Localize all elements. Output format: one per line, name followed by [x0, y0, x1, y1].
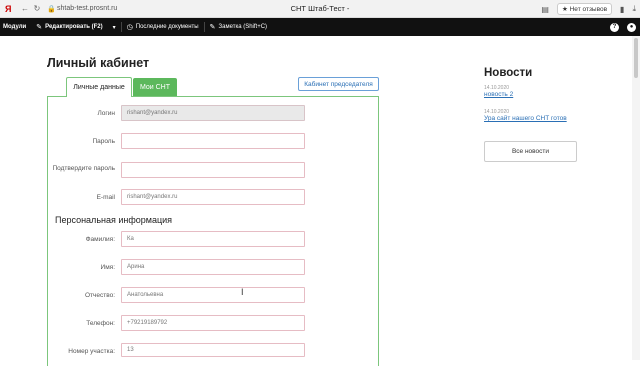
back-icon[interactable]: ←	[19, 4, 31, 13]
edit-dropdown[interactable]: ▾	[108, 18, 121, 36]
scrollbar-thumb[interactable]	[634, 38, 638, 78]
note-button[interactable]: ✎ Заметка (Shift+C)	[205, 18, 272, 36]
phone-field[interactable]: +79219189792	[121, 315, 305, 331]
password-field[interactable]	[121, 133, 305, 149]
admin-toolbar: Модули ✎ Редактировать (F2) ▾ ◷ Последни…	[0, 18, 640, 36]
news-title: Новости	[484, 67, 533, 79]
text-cursor-icon: I	[241, 287, 244, 297]
login-field[interactable]: rishant@yandex.ru	[121, 105, 305, 121]
address-bar[interactable]: shtab-test.prosnt.ru	[57, 5, 257, 12]
note-label: Заметка (Shift+C)	[218, 24, 268, 30]
news-link[interactable]: Ура сайт нашего СНТ готов	[484, 115, 567, 122]
tab-bar: Личные данные Мои СНТ	[66, 77, 177, 97]
patronymic-field[interactable]: Анатольевна	[121, 287, 305, 303]
bookmark-icon[interactable]: ▮	[620, 5, 624, 14]
email-label: E-mail	[96, 194, 115, 201]
name-label: Имя:	[100, 264, 115, 271]
name-field[interactable]: Арина	[121, 259, 305, 275]
chevron-down-icon: ▾	[112, 24, 116, 31]
note-icon: ✎	[209, 24, 216, 31]
all-news-button[interactable]: Все новости	[484, 141, 577, 162]
download-icon[interactable]: ⤓	[632, 4, 636, 14]
pencil-icon: ✎	[36, 24, 43, 31]
user-icon[interactable]: ●	[627, 22, 636, 32]
recent-docs-button[interactable]: ◷ Последние документы	[122, 18, 204, 36]
news-link[interactable]: новость 2	[484, 91, 513, 98]
login-label: Логин	[97, 110, 115, 117]
page-title: Личный кабинет	[47, 56, 150, 70]
reviews-badge[interactable]: ★ Нет отзывов	[556, 3, 613, 15]
confirm-password-label: Подтвердите пароль	[52, 165, 115, 172]
section-personal-info: Персональная информация	[55, 215, 173, 225]
browser-bar: Я ← ↻ 🔒 shtab-test.prosnt.ru СНТ Штаб-Те…	[0, 0, 640, 18]
edit-label: Редактировать (F2)	[45, 24, 103, 30]
confirm-password-field[interactable]	[121, 162, 305, 178]
help-icon[interactable]: ?	[610, 22, 619, 32]
modules-label: Модули	[3, 24, 27, 30]
yandex-logo[interactable]: Я	[5, 4, 19, 14]
lock-icon[interactable]: 🔒	[47, 5, 56, 13]
password-label: Пароль	[92, 138, 115, 145]
reload-icon[interactable]: ↻	[31, 4, 43, 13]
email-field[interactable]: rishant@yandex.ru	[121, 189, 305, 205]
recent-docs-label: Последние документы	[135, 24, 199, 30]
surname-label: Фамилия:	[85, 236, 115, 243]
edit-button[interactable]: ✎ Редактировать (F2)	[31, 18, 107, 36]
scrollbar[interactable]	[632, 36, 640, 360]
clock-icon: ◷	[126, 24, 133, 31]
modules-menu[interactable]: Модули	[0, 18, 31, 36]
plot-number-label: Номер участка:	[68, 348, 115, 355]
patronymic-label: Отчество:	[84, 292, 115, 299]
phone-label: Телефон:	[86, 320, 115, 327]
tab-personal-data[interactable]: Личные данные	[66, 77, 132, 97]
chairman-cabinet-button[interactable]: Кабинет председателя	[298, 77, 379, 91]
reader-icon[interactable]: ▤	[541, 5, 549, 14]
surname-field[interactable]: Ка	[121, 231, 305, 247]
plot-number-field[interactable]: 13	[121, 343, 305, 357]
tab-my-snt[interactable]: Мои СНТ	[133, 78, 177, 96]
